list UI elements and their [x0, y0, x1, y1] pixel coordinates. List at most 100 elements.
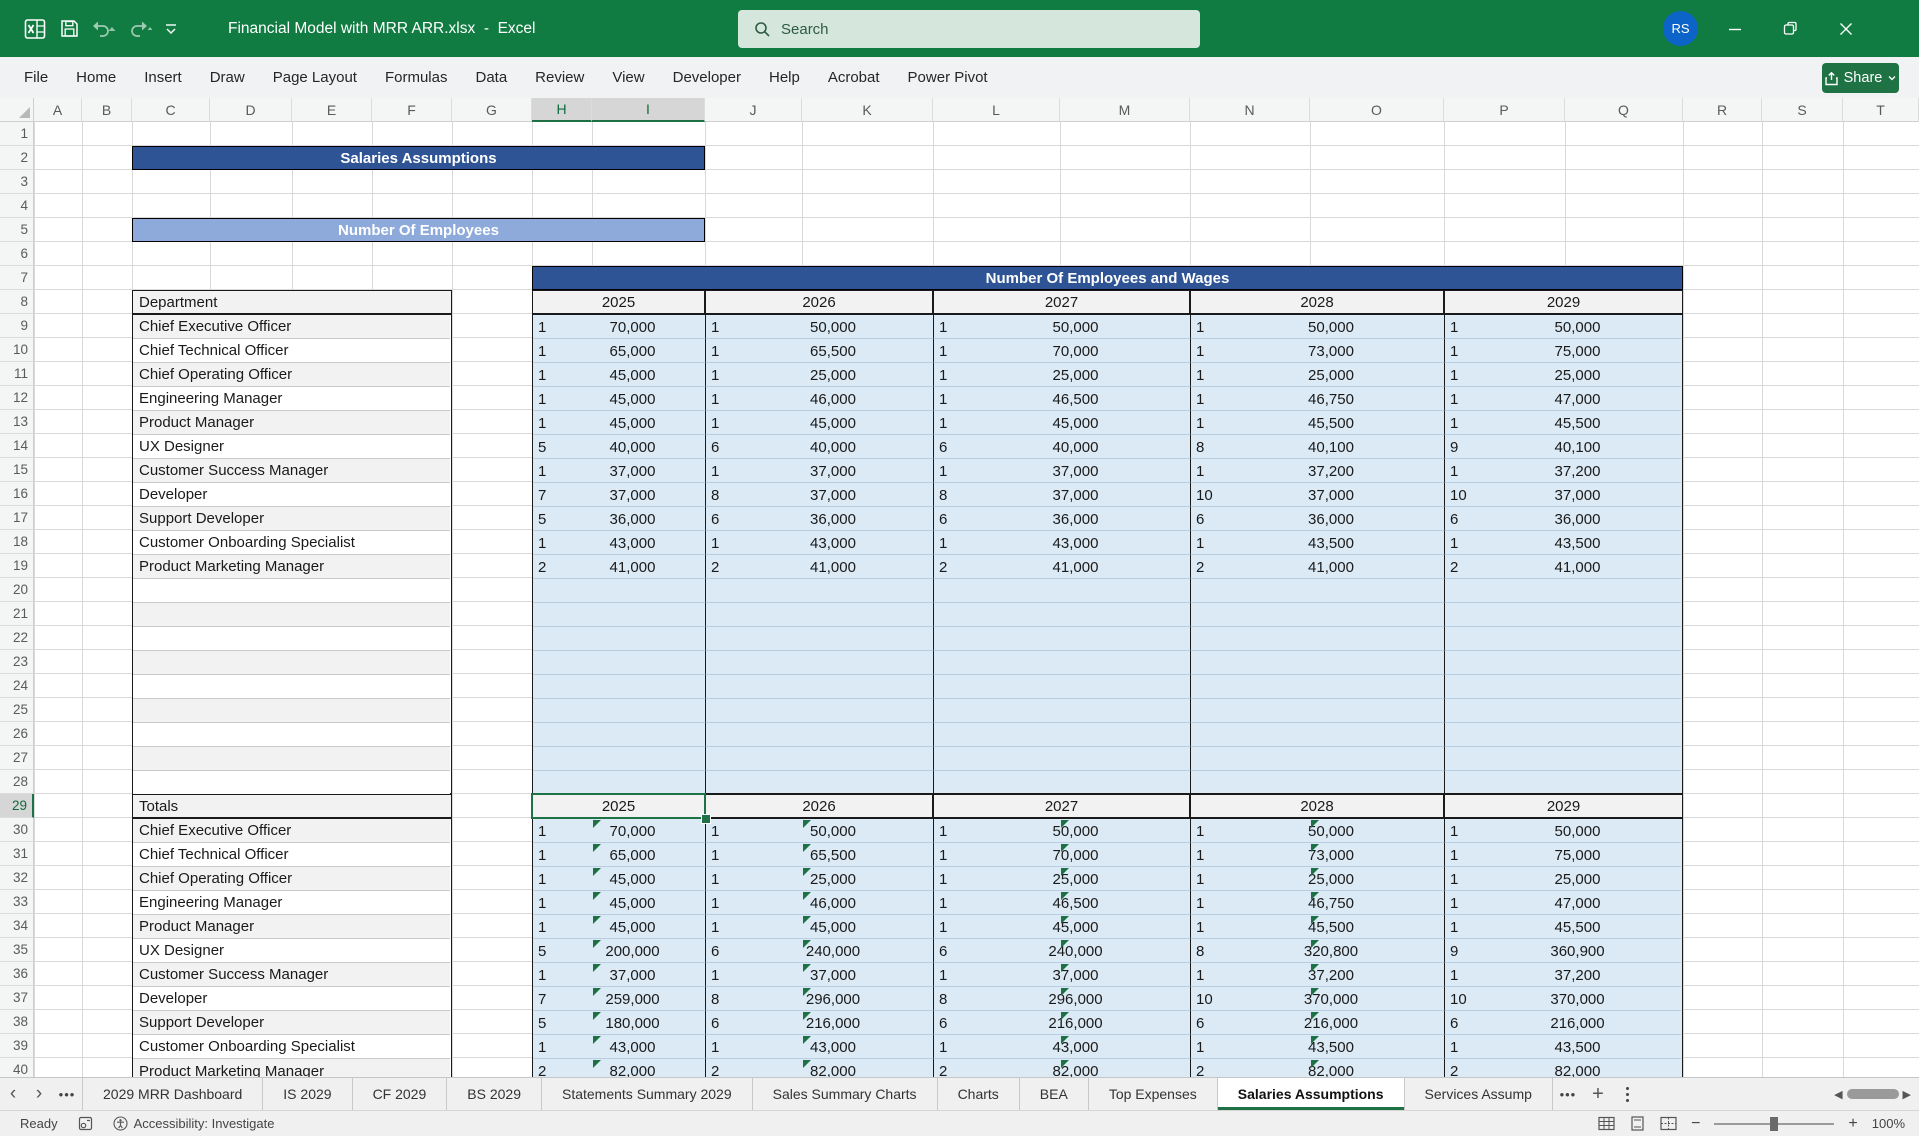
row-header-33[interactable]: 33 — [0, 890, 34, 914]
wage-cell[interactable]: 46,000 — [706, 387, 934, 411]
wage-cell[interactable]: 43,500 — [1445, 531, 1684, 555]
close-button[interactable] — [1823, 0, 1869, 57]
department-cell[interactable]: Product Manager — [133, 915, 450, 939]
macro-record-icon[interactable] — [68, 1111, 103, 1136]
empty-cell[interactable] — [133, 579, 450, 603]
wage-cell[interactable]: 45,000 — [934, 411, 1191, 435]
department-cell[interactable]: Customer Success Manager — [133, 963, 450, 987]
row-header-29[interactable]: 29 — [0, 794, 34, 818]
wage-cell[interactable]: 37,000 — [1445, 483, 1684, 507]
row-header-23[interactable]: 23 — [0, 650, 34, 674]
department-cell[interactable]: Product Marketing Manager — [133, 1059, 450, 1077]
department-header-cell[interactable]: Department — [132, 290, 452, 314]
department-cell[interactable]: Product Marketing Manager — [133, 555, 450, 579]
row-header-36[interactable]: 36 — [0, 962, 34, 986]
row-header-4[interactable]: 4 — [0, 194, 34, 218]
sheet-tab-2029-mrr-dashboard[interactable]: 2029 MRR Dashboard — [82, 1078, 263, 1110]
ribbon-tab-developer[interactable]: Developer — [659, 57, 755, 98]
department-cell[interactable]: Chief Executive Officer — [133, 315, 450, 339]
wage-cell[interactable]: 37,000 — [706, 483, 934, 507]
empty-cell[interactable] — [133, 603, 450, 627]
wage-cell[interactable]: 70,000 — [533, 315, 706, 339]
row-header-19[interactable]: 19 — [0, 554, 34, 578]
wage-cell[interactable]: 37,000 — [706, 963, 934, 987]
share-button[interactable]: Share — [1822, 63, 1899, 93]
department-cell[interactable]: UX Designer — [133, 435, 450, 459]
sheet-tab-bea[interactable]: BEA — [1020, 1078, 1089, 1110]
sheet-tab-bs-2029[interactable]: BS 2029 — [447, 1078, 542, 1110]
wage-cell[interactable]: 70,000 — [934, 339, 1191, 363]
zoom-in-icon[interactable]: + — [1848, 1115, 1857, 1133]
zoom-out-icon[interactable]: − — [1691, 1115, 1700, 1133]
page-break-view-icon[interactable] — [1660, 1116, 1677, 1131]
totals-year-header-2026[interactable]: 2026 — [705, 794, 933, 818]
ribbon-tab-draw[interactable]: Draw — [196, 57, 259, 98]
wage-cell[interactable]: 216,000 — [706, 1011, 934, 1035]
row-header-8[interactable]: 8 — [0, 290, 34, 314]
wage-cell[interactable]: 46,750 — [1191, 387, 1445, 411]
row-header-30[interactable]: 30 — [0, 818, 34, 842]
excel-logo-icon[interactable] — [18, 11, 52, 47]
wage-cell[interactable]: 370,000 — [1445, 987, 1684, 1011]
empty-cell[interactable] — [133, 747, 450, 771]
wage-cell[interactable]: 41,000 — [533, 555, 706, 579]
department-cell[interactable]: Support Developer — [133, 1011, 450, 1035]
row-header-7[interactable]: 7 — [0, 266, 34, 290]
wage-cell[interactable]: 37,200 — [1445, 459, 1684, 483]
wage-cell[interactable]: 25,000 — [1445, 363, 1684, 387]
totals-year-header-2029[interactable]: 2029 — [1444, 794, 1683, 818]
wage-cell[interactable]: 36,000 — [533, 507, 706, 531]
undo-icon[interactable] — [86, 11, 120, 47]
department-cell[interactable]: Engineering Manager — [133, 891, 450, 915]
sheet-nav-left-icon[interactable]: ‹ — [0, 1078, 26, 1110]
empty-cell[interactable] — [133, 675, 450, 699]
department-cell[interactable]: Support Developer — [133, 507, 450, 531]
wage-cell[interactable]: 43,000 — [533, 1035, 706, 1059]
column-header-A[interactable]: A — [34, 98, 82, 122]
column-header-G[interactable]: G — [452, 98, 532, 122]
wage-cell[interactable]: 47,000 — [1445, 891, 1684, 915]
number-of-employees-banner[interactable]: Number Of Employees — [132, 218, 705, 242]
wage-cell[interactable]: 75,000 — [1445, 339, 1684, 363]
wage-cell[interactable]: 40,000 — [706, 435, 934, 459]
ribbon-tab-data[interactable]: Data — [461, 57, 521, 98]
row-header-22[interactable]: 22 — [0, 626, 34, 650]
sheet-tab-salaries-assumptions[interactable]: Salaries Assumptions — [1218, 1078, 1405, 1110]
wage-cell[interactable]: 37,000 — [533, 459, 706, 483]
year-header-2028[interactable]: 2028 — [1190, 290, 1444, 314]
wage-cell[interactable]: 40,100 — [1445, 435, 1684, 459]
wage-cell[interactable]: 36,000 — [706, 507, 934, 531]
totals-year-header-2028[interactable]: 2028 — [1190, 794, 1444, 818]
save-icon[interactable] — [52, 11, 86, 47]
ribbon-tab-insert[interactable]: Insert — [130, 57, 196, 98]
row-header-37[interactable]: 37 — [0, 986, 34, 1010]
row-header-25[interactable]: 25 — [0, 698, 34, 722]
column-header-M[interactable]: M — [1060, 98, 1190, 122]
department-cell[interactable]: Engineering Manager — [133, 387, 450, 411]
empty-cell[interactable] — [133, 627, 450, 651]
totals-year-header-2027[interactable]: 2027 — [933, 794, 1190, 818]
wage-cell[interactable]: 40,100 — [1191, 435, 1445, 459]
column-header-F[interactable]: F — [372, 98, 452, 122]
scroll-right-icon[interactable]: ▶ — [1903, 1088, 1911, 1101]
wage-cell[interactable]: 70,000 — [533, 819, 706, 843]
wage-cell[interactable]: 82,000 — [1445, 1059, 1684, 1077]
scrollbar-thumb[interactable] — [1847, 1089, 1899, 1099]
column-header-K[interactable]: K — [802, 98, 933, 122]
wage-cell[interactable]: 25,000 — [706, 867, 934, 891]
ribbon-tab-help[interactable]: Help — [755, 57, 814, 98]
department-cell[interactable]: Chief Executive Officer — [133, 819, 450, 843]
zoom-slider[interactable] — [1714, 1123, 1834, 1125]
wage-cell[interactable]: 65,000 — [533, 339, 706, 363]
row-header-40[interactable]: 40 — [0, 1058, 34, 1077]
sheet-tab-charts[interactable]: Charts — [938, 1078, 1020, 1110]
wage-cell[interactable]: 41,000 — [934, 555, 1191, 579]
sheet-tab-is-2029[interactable]: IS 2029 — [263, 1078, 352, 1110]
select-all-corner[interactable] — [0, 98, 34, 122]
row-header-17[interactable]: 17 — [0, 506, 34, 530]
wage-cell[interactable]: 43,000 — [706, 531, 934, 555]
wage-cell[interactable]: 37,000 — [1191, 483, 1445, 507]
zoom-level[interactable]: 100% — [1872, 1116, 1905, 1131]
redo-icon[interactable] — [120, 11, 154, 47]
row-header-24[interactable]: 24 — [0, 674, 34, 698]
